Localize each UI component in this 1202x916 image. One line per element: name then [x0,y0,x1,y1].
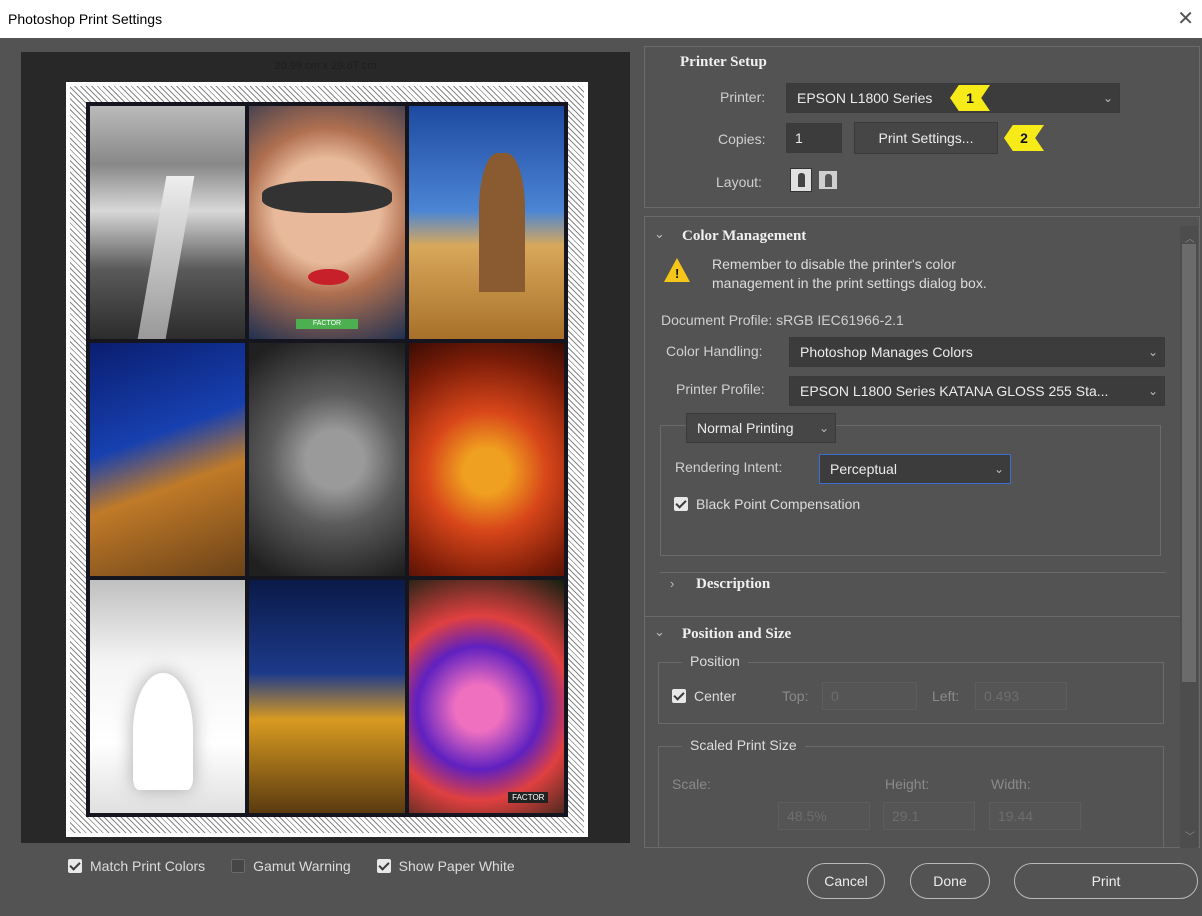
height-label: Height: [885,776,930,792]
scaled-print-size-group [658,746,1164,848]
photo-pier [90,106,246,339]
chevron-down-icon: ⌄ [1147,384,1158,398]
warning-text-line1: Remember to disable the printer's color [712,256,956,272]
show-paper-white-label: Show Paper White [398,858,515,874]
landscape-layout-icon[interactable] [818,170,838,190]
color-management-title: Color Management [682,228,807,244]
gamut-warning-checkbox[interactable]: Gamut Warning [231,858,351,874]
close-icon[interactable]: ✕ [1177,6,1194,31]
printer-profile-label: Printer Profile: [676,381,765,397]
match-print-colors-label: Match Print Colors [90,858,206,874]
center-label: Center [694,688,737,704]
show-paper-white-checkbox[interactable]: Show Paper White [376,858,515,874]
photo-badge: FACTOR [295,319,359,329]
rendering-intent-select[interactable]: Perceptual ⌄ [819,454,1011,484]
landscape-layout-figure [825,174,832,187]
paper: FACTOR FACTOR [66,82,588,837]
warning-text-line2: management in the print settings dialog … [712,275,987,291]
printer-value: EPSON L1800 Series [797,90,933,106]
color-handling-select[interactable]: Photoshop Manages Colors ⌄ [789,337,1165,367]
top-input[interactable]: 0 [822,682,917,710]
window-title: Photoshop Print Settings [8,11,163,27]
chevron-right-icon[interactable]: › [670,576,674,591]
photo-leaves [408,343,564,576]
printing-options-group [660,425,1161,556]
chevron-down-icon: ⌄ [1147,345,1158,359]
height-input[interactable]: 29.1 [883,802,975,830]
image-collage[interactable]: FACTOR FACTOR [86,102,568,817]
cancel-button[interactable]: Cancel [807,863,885,899]
checkbox-icon[interactable] [231,859,246,873]
center-checkbox[interactable]: Center [672,688,736,704]
divider [644,616,1180,617]
portrait-layout-icon[interactable] [790,168,812,192]
printer-profile-select[interactable]: EPSON L1800 Series KATANA GLOSS 255 Sta.… [789,376,1165,406]
scroll-down-icon[interactable]: ﹀ [1185,828,1195,843]
portrait-layout-figure [798,173,805,187]
chevron-down-icon[interactable]: ⌄ [654,226,665,242]
description-title[interactable]: Description [696,576,770,593]
scroll-up-icon[interactable]: ︿ [1185,230,1195,245]
preview-options: Match Print Colors Gamut Warning Show Pa… [68,858,515,874]
checkbox-icon[interactable] [674,497,688,511]
color-handling-label: Color Handling: [666,343,763,359]
match-print-colors-checkbox[interactable]: Match Print Colors [68,858,205,874]
left-input[interactable]: 0.493 [975,682,1067,710]
photo-portrait [249,343,405,576]
scrollbar-thumb[interactable] [1182,244,1196,682]
warning-icon-mark: ! [675,266,680,281]
chevron-down-icon: ⌄ [1102,91,1113,105]
left-label: Left: [932,688,960,704]
width-label: Width: [991,776,1031,792]
document-profile: Document Profile: sRGB IEC61966-2.1 [661,312,904,328]
photo-desert [408,106,564,339]
print-settings-button[interactable]: Print Settings... [854,122,998,154]
print-preview: 20.99 cm x 29.67 cm FACTOR FACTOR [21,52,630,843]
normal-printing-value: Normal Printing [697,420,794,436]
printer-label: Printer: [720,89,766,105]
printer-setup-title: Printer Setup [680,54,767,70]
copies-label: Copies: [718,131,766,147]
black-point-compensation-label: Black Point Compensation [696,496,861,512]
photo-colorful-face: FACTOR [408,580,564,813]
normal-printing-select[interactable]: Normal Printing ⌄ [686,413,836,443]
scale-label: Scale: [672,776,711,792]
rendering-intent-value: Perceptual [830,461,897,477]
checkbox-icon[interactable] [376,859,391,873]
copies-input[interactable]: 1 [786,123,842,153]
chevron-down-icon: ⌄ [993,462,1004,476]
print-button[interactable]: Print [1014,863,1198,899]
printer-profile-value: EPSON L1800 Series KATANA GLOSS 255 Sta.… [800,383,1109,399]
divider [660,572,1166,573]
layout-label: Layout: [716,174,762,190]
paper-size-label: 20.99 cm x 29.67 cm [274,60,377,72]
title-bar: Photoshop Print Settings ✕ [0,0,1202,38]
chevron-down-icon[interactable]: ⌄ [654,624,665,640]
color-handling-value: Photoshop Manages Colors [800,344,973,360]
photo-trees [249,580,405,813]
photo-architecture [90,343,246,576]
scale-input[interactable]: 48.5% [778,802,870,830]
gamut-warning-label: Gamut Warning [253,858,351,874]
width-input[interactable]: 19.44 [989,802,1081,830]
photo-bride [90,580,246,813]
scaled-print-size-title: Scaled Print Size [682,737,805,753]
position-and-size-title: Position and Size [682,626,792,642]
black-point-compensation-checkbox[interactable]: Black Point Compensation [674,496,860,512]
top-label: Top: [782,688,809,704]
checkbox-icon[interactable] [68,859,82,873]
rendering-intent-label: Rendering Intent: [675,459,783,475]
checkbox-icon[interactable] [672,689,686,703]
photo-sunglasses: FACTOR [249,106,405,339]
chevron-down-icon: ⌄ [818,421,829,435]
done-button[interactable]: Done [910,863,990,899]
position-group-title: Position [682,653,748,669]
photo-badge: FACTOR [508,792,549,803]
